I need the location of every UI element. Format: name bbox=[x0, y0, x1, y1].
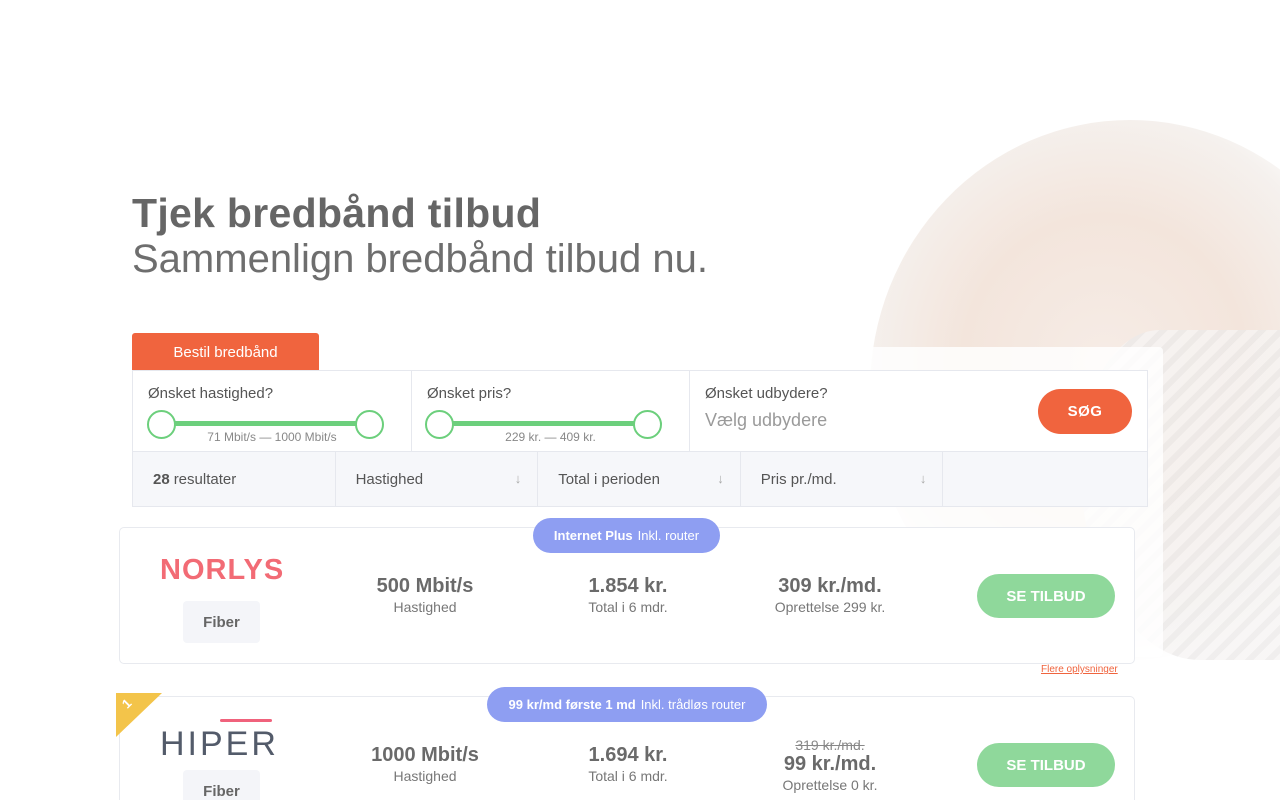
provider-filter-label: Ønsket udbydere? bbox=[705, 385, 828, 402]
offer-badge-title: 99 kr/md første 1 md bbox=[508, 697, 636, 712]
offer-speed-value: 1000 Mbit/s bbox=[371, 744, 479, 766]
offer-speed-value: 500 Mbit/s bbox=[376, 575, 474, 597]
offer-setup-fee: Oprettelse 299 kr. bbox=[774, 599, 886, 615]
price-range-text: 229 kr. — 409 kr. bbox=[505, 430, 596, 444]
offer-price-value: 99 kr./md. bbox=[783, 753, 877, 775]
offer-total-value: 1.854 kr. bbox=[588, 575, 668, 597]
provider-select[interactable]: Vælg udbydere bbox=[705, 410, 827, 431]
offer-old-price: 319 kr./md. bbox=[795, 737, 865, 753]
speed-range-text: 71 Mbit/s — 1000 Mbit/s bbox=[207, 430, 337, 444]
see-offer-button[interactable]: SE TILBUD bbox=[977, 574, 1115, 618]
technology-badge: Fiber bbox=[183, 601, 260, 643]
sort-bar: 28 resultater Hastighed ↓ Total i period… bbox=[132, 451, 1148, 507]
sort-price[interactable]: Pris pr./md. ↓ bbox=[741, 452, 944, 506]
tab-order-broadband[interactable]: Bestil bredbånd bbox=[132, 333, 319, 371]
results-count-number: 28 bbox=[153, 470, 170, 488]
results-count-label: resultater bbox=[173, 470, 237, 488]
offer-badge-text: Inkl. router bbox=[637, 528, 700, 543]
sort-speed-label: Hastighed bbox=[355, 470, 424, 488]
offer-badge: 99 kr/md første 1 md Inkl. trådløs route… bbox=[487, 687, 767, 722]
sort-arrow-icon: ↓ bbox=[514, 471, 522, 486]
offer-speed-label: Hastighed bbox=[393, 599, 457, 615]
provider-logo-hiper: HIPER bbox=[160, 725, 279, 763]
offer-price: 319 kr./md. 99 kr./md. Oprettelse 0 kr. bbox=[730, 737, 930, 793]
offer-total-label: Total i 6 mdr. bbox=[588, 599, 668, 615]
offer-badge-text: Inkl. trådløs router bbox=[640, 697, 746, 712]
page-subtitle: Sammenlign bredbånd tilbud nu. bbox=[132, 237, 708, 281]
page: Tjek bredbånd tilbud Sammenlign bredbånd… bbox=[0, 0, 1280, 800]
offer-setup-fee: Oprettelse 0 kr. bbox=[782, 777, 878, 793]
speed-filter-label: Ønsket hastighed? bbox=[148, 385, 274, 402]
provider-filter: Ønsket udbydere? Vælg udbydere SØG bbox=[690, 371, 1147, 451]
technology-badge: Fiber bbox=[183, 770, 260, 800]
offer-speed: 1000 Mbit/s Hastighed bbox=[325, 744, 525, 784]
offer-badge-title: Internet Plus bbox=[553, 528, 633, 543]
sort-price-label: Pris pr./md. bbox=[760, 470, 837, 488]
filter-box: Ønsket hastighed? 71 Mbit/s — 1000 Mbit/… bbox=[132, 370, 1148, 452]
sort-total-label: Total i perioden bbox=[558, 470, 660, 488]
offer-badge: Internet Plus Inkl. router bbox=[533, 518, 720, 553]
price-slider-track[interactable] bbox=[440, 421, 662, 426]
offer-price: 309 kr./md. Oprettelse 299 kr. bbox=[730, 575, 930, 615]
speed-slider-track[interactable] bbox=[161, 421, 383, 426]
sort-speed[interactable]: Hastighed ↓ bbox=[336, 452, 539, 506]
hiper-logo-accent bbox=[220, 719, 272, 722]
price-filter-label: Ønsket pris? bbox=[427, 385, 512, 402]
page-title: Tjek bredbånd tilbud bbox=[132, 190, 542, 236]
offer-speed-label: Hastighed bbox=[393, 768, 457, 784]
sort-arrow-icon: ↓ bbox=[919, 471, 927, 486]
more-info-link[interactable]: Flere oplysninger bbox=[1041, 664, 1118, 675]
see-offer-button[interactable]: SE TILBUD bbox=[977, 743, 1115, 787]
sort-total[interactable]: Total i perioden ↓ bbox=[538, 452, 741, 506]
offer-total: 1.694 kr. Total i 6 mdr. bbox=[528, 744, 728, 784]
rank-ribbon: 1 bbox=[116, 693, 162, 737]
speed-filter: Ønsket hastighed? 71 Mbit/s — 1000 Mbit/… bbox=[133, 371, 412, 451]
offer-total: 1.854 kr. Total i 6 mdr. bbox=[528, 575, 728, 615]
results-count: 28 resultater bbox=[133, 452, 336, 506]
sort-empty bbox=[943, 452, 1147, 506]
offer-total-label: Total i 6 mdr. bbox=[588, 768, 668, 784]
offer-total-value: 1.694 kr. bbox=[588, 744, 668, 766]
provider-logo-norlys: NORLYS bbox=[160, 554, 285, 586]
offer-speed: 500 Mbit/s Hastighed bbox=[325, 575, 525, 615]
price-filter: Ønsket pris? 229 kr. — 409 kr. bbox=[412, 371, 690, 451]
offer-price-value: 309 kr./md. bbox=[778, 575, 882, 597]
sort-arrow-icon: ↓ bbox=[717, 471, 724, 486]
search-button[interactable]: SØG bbox=[1038, 389, 1132, 434]
